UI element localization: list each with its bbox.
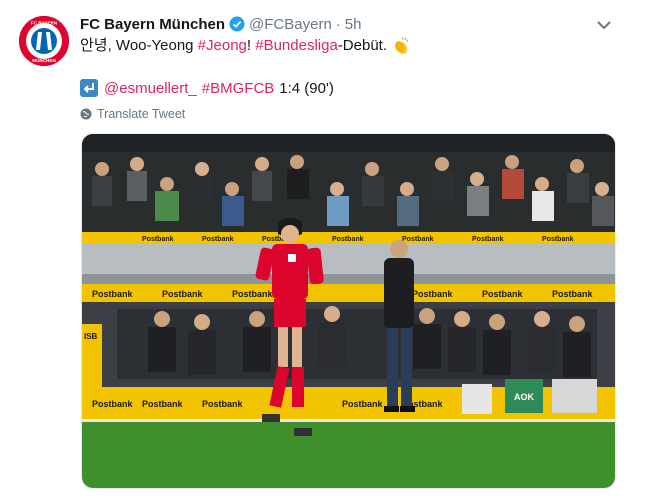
verified-badge-icon [229, 16, 245, 32]
tweet-timestamp[interactable]: 5h [345, 16, 362, 33]
svg-text:Postbank: Postbank [482, 289, 524, 299]
svg-text:Postbank: Postbank [92, 289, 134, 299]
hashtag-bmgfcb[interactable]: #BMGFCB [202, 80, 275, 97]
quote-line: @esmuellert_ #BMGFCB 1:4 (90') [80, 78, 334, 98]
svg-text:FC BAYERN: FC BAYERN [31, 21, 58, 26]
separator-dot: · [335, 15, 341, 33]
svg-text:MÜNCHEN: MÜNCHEN [32, 57, 56, 63]
hashtag-jeong[interactable]: #Jeong [198, 37, 247, 54]
tweet-text: 안녕, Woo-Yeong #Jeong! #Bundesliga-Debüt. [80, 36, 411, 56]
svg-text:AOK: AOK [514, 392, 535, 402]
fc-bayern-logo: FC BAYERN MÜNCHEN [19, 16, 69, 66]
svg-text:Postbank: Postbank [402, 236, 434, 243]
globe-icon [80, 108, 92, 120]
svg-text:Postbank: Postbank [542, 236, 574, 243]
match-score: 1:4 (90') [279, 79, 334, 97]
svg-text:Postbank: Postbank [412, 289, 454, 299]
author-name[interactable]: FC Bayern München [80, 16, 225, 33]
hashtag-bundesliga[interactable]: #Bundesliga [255, 37, 338, 54]
tweet-photo[interactable]: Postbank Postbank Postbank Postbank Postban… [81, 133, 616, 489]
tweet-text-middle: ! [246, 37, 256, 54]
svg-text:Postbank: Postbank [202, 236, 234, 243]
svg-text:Postbank: Postbank [332, 236, 364, 243]
tweet-text-suffix: -Debüt. [337, 37, 388, 54]
clapping-hands-icon [395, 37, 409, 55]
svg-text:Postbank: Postbank [472, 236, 504, 243]
svg-text:Postbank: Postbank [142, 236, 174, 243]
svg-text:Postbank: Postbank [92, 399, 134, 409]
translate-tweet-link[interactable]: Translate Tweet [80, 106, 185, 122]
chevron-down-icon[interactable] [595, 18, 613, 32]
svg-text:Postbank: Postbank [552, 289, 594, 299]
svg-text:ISB: ISB [84, 332, 98, 341]
translate-label: Translate Tweet [97, 107, 186, 121]
football-player-photo: Postbank Postbank Postbank Postbank Postban… [82, 134, 615, 488]
svg-text:Postbank: Postbank [202, 399, 244, 409]
return-arrow-icon [80, 79, 98, 97]
svg-text:Postbank: Postbank [232, 289, 274, 299]
author-handle[interactable]: @FCBayern [249, 16, 332, 33]
avatar[interactable]: FC BAYERN MÜNCHEN [19, 16, 69, 66]
svg-text:Postbank: Postbank [342, 399, 384, 409]
mention-esmuellert[interactable]: @esmuellert_ [104, 80, 197, 97]
tweet-text-prefix: 안녕, Woo-Yeong [80, 37, 198, 54]
tweet-header: FC Bayern München @FCBayern · 5h [80, 14, 361, 34]
svg-text:Postbank: Postbank [142, 399, 184, 409]
svg-text:Postbank: Postbank [162, 289, 204, 299]
